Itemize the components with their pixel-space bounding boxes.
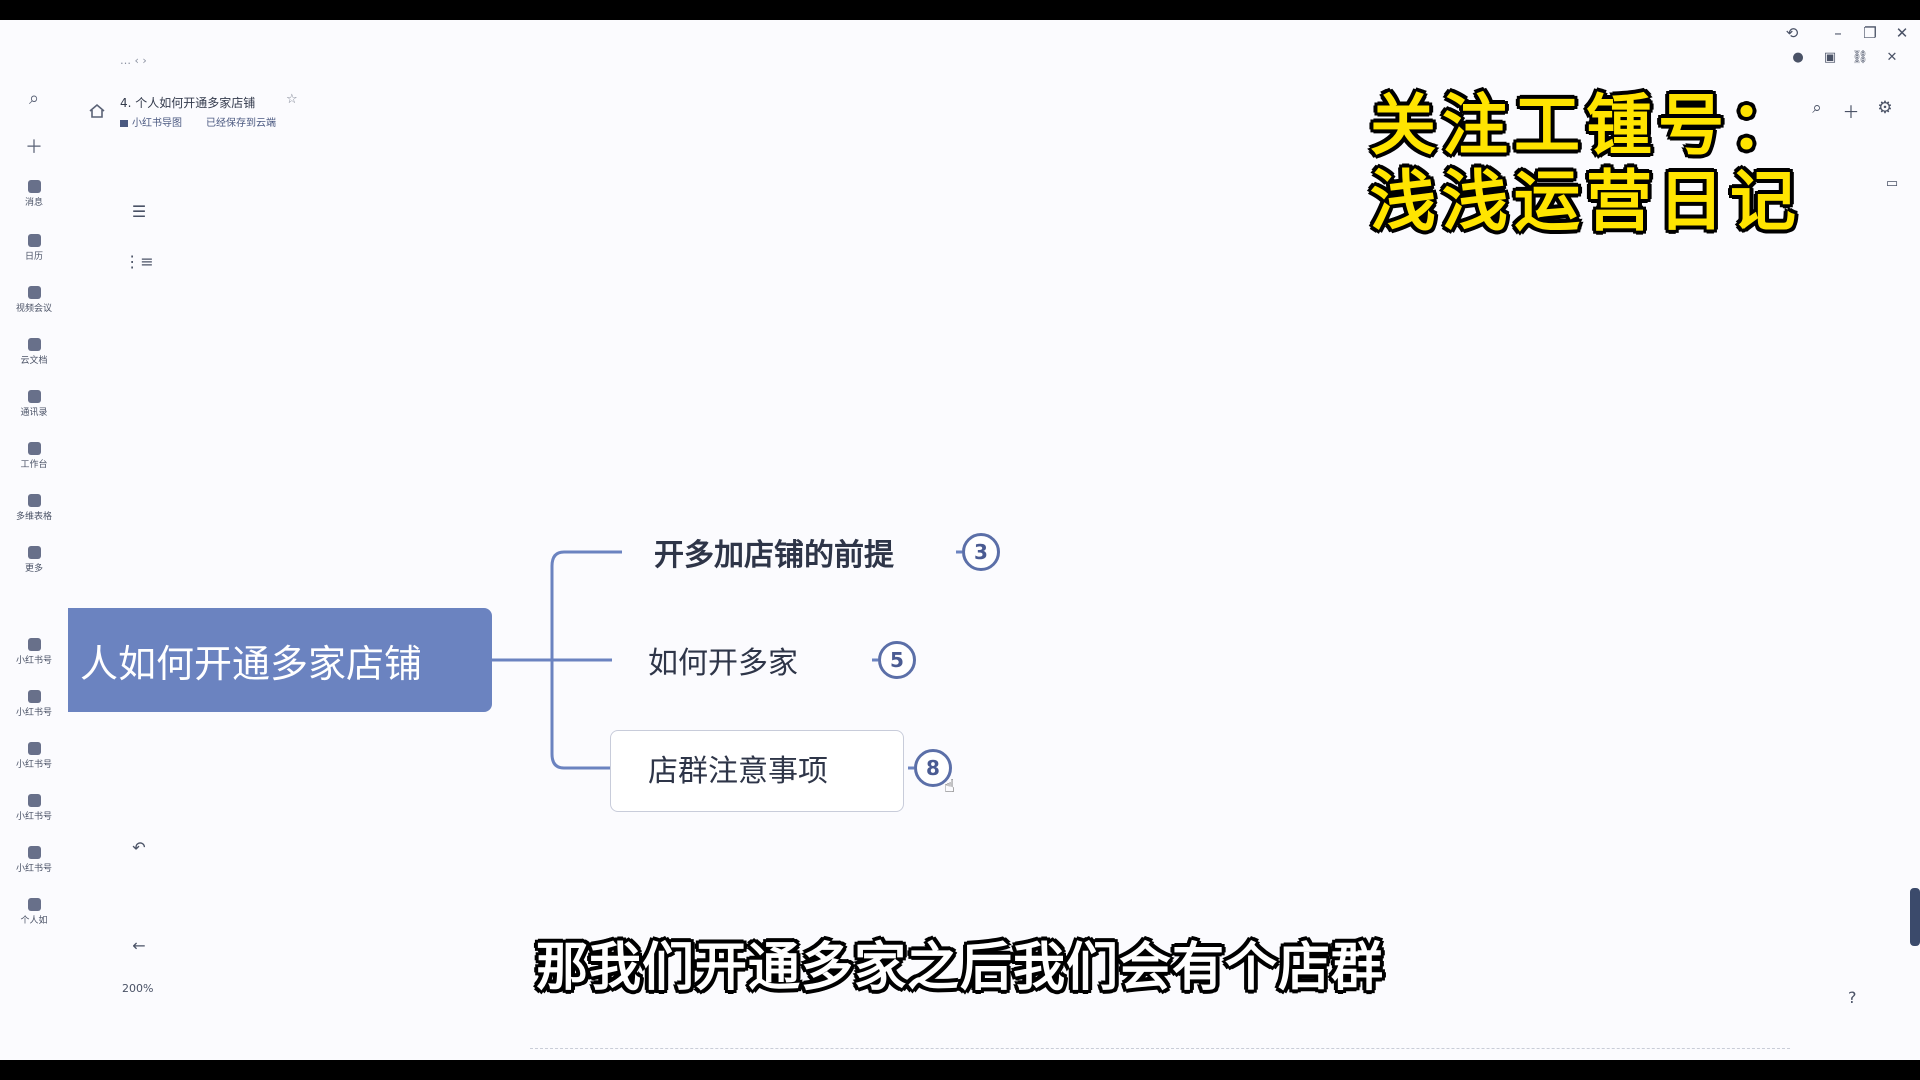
- mindmap-node-prerequisites[interactable]: 开多加店铺的前提: [654, 530, 894, 574]
- mindmap-root-node[interactable]: 人如何开通多家店铺: [68, 608, 492, 712]
- mindmap-connectors: [492, 550, 962, 770]
- node-count-badge[interactable]: 5: [878, 641, 916, 679]
- node-count-badge[interactable]: 3: [962, 533, 1000, 571]
- divider: [530, 1048, 1790, 1049]
- letterbox-bottom: [0, 1060, 1920, 1080]
- video-subtitle: 那我们开通多家之后我们会有个店群: [535, 938, 1384, 998]
- mindmap-app-window: ⌕ ＋ 消息 日历 视频会议 云文档 通讯录 工作台 多维表格 更多 小红书号 …: [0, 20, 1920, 1060]
- mindmap-node-notes[interactable]: 店群注意事项: [648, 746, 828, 790]
- hand-cursor-icon: ☝: [944, 776, 955, 797]
- mindmap-node-how-to-open[interactable]: 如何开多家: [648, 638, 798, 682]
- vertical-scrollbar[interactable]: [1910, 888, 1920, 946]
- help-icon[interactable]: ?: [1848, 988, 1857, 1007]
- letterbox-top: [0, 0, 1920, 20]
